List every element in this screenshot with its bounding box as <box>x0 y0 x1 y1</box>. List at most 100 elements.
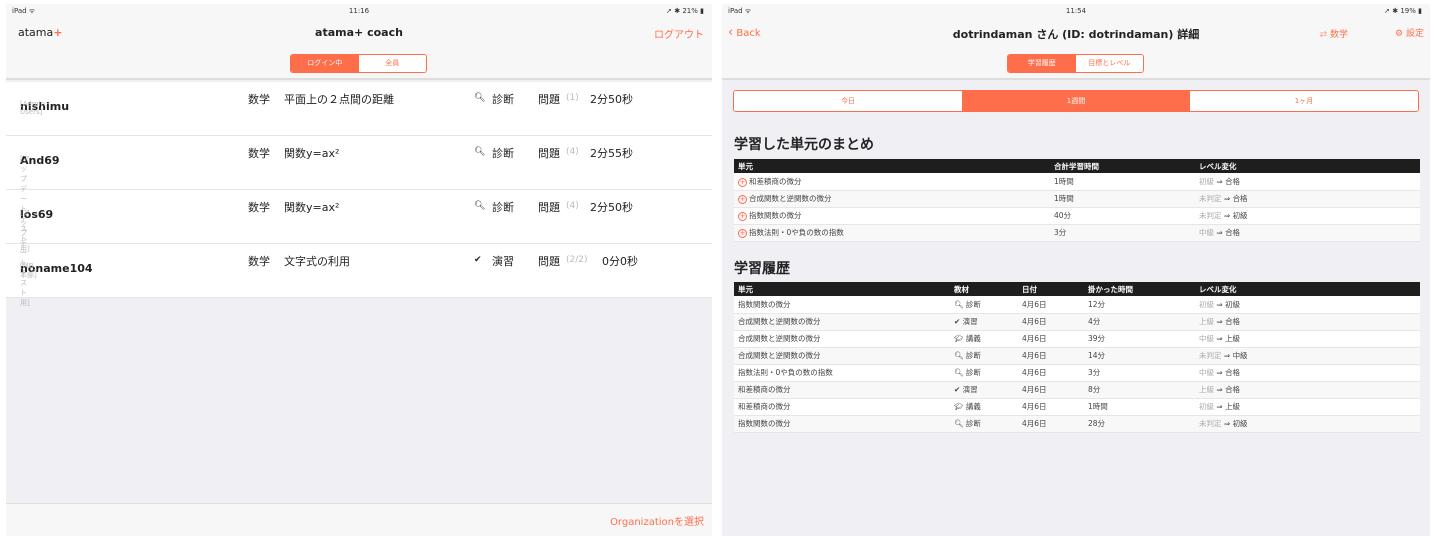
time-spent: 1時間 <box>1084 398 1195 416</box>
col-material: 教材 <box>950 282 1018 296</box>
date: 4月6日 <box>1018 296 1084 314</box>
student-row[interactable]: And69 [アップデートテスト用] 数学 関数y=ax² 🔍︎ 診断 問題 (4) 2分55… <box>6 136 712 253</box>
level-to: 合格 <box>1225 176 1241 186</box>
period-week[interactable]: 1週間 <box>962 91 1190 111</box>
date: 4月6日 <box>1018 415 1084 433</box>
level-from: 中級 <box>1199 228 1214 237</box>
check-icon: ✔ <box>474 255 482 265</box>
level-to: 合格 <box>1225 317 1241 326</box>
question-label: 問題 <box>538 201 560 214</box>
date: 4月6日 <box>1018 347 1084 365</box>
settings-button[interactable]: ⚙ 設定 <box>1395 26 1424 39</box>
check-icon: ✔ <box>954 385 963 394</box>
logout-button[interactable]: ログアウト <box>654 26 704 41</box>
search-icon: 🔍︎ <box>474 147 486 157</box>
student-group: [MB_本部] <box>20 262 38 279</box>
level-change: 初級 ⇒ 初級 <box>1195 296 1420 314</box>
unit: 関数y=ax² <box>284 147 340 160</box>
time-spent: 28分 <box>1084 415 1195 433</box>
time-spent: 39分 <box>1084 330 1195 348</box>
plus-circle-icon[interactable]: + <box>738 212 747 221</box>
date: 4月6日 <box>1018 364 1084 382</box>
material-cell: 🔍︎ 診断 <box>950 364 1018 382</box>
period-today[interactable]: 今日 <box>734 91 962 111</box>
plus-circle-icon[interactable]: + <box>738 177 747 187</box>
period-segment: 今日 1週間 1ヶ月 <box>733 90 1419 112</box>
unit: 合成関数と逆関数の微分 <box>734 347 950 365</box>
mode: 演習 <box>492 255 514 268</box>
question-label: 問題 <box>538 147 560 160</box>
question-label: 問題 <box>538 255 560 268</box>
summary-table: 単元 合計学習時間 レベル変化 + 和差積商の微分 1時間 初級 ⇒ 合格 + 合成関数と… <box>734 159 1420 242</box>
clock: 11:16 <box>348 7 370 15</box>
time-spent: 4分 <box>1084 313 1195 331</box>
login-filter-segment: ログイン中 全員 <box>290 54 427 73</box>
level-from: 初級 <box>1199 176 1214 186</box>
coach-list-screen: iPad ᯤ 11:16 ➚ ✱ 21% ▮ atama+ atama+ coa… <box>6 4 712 536</box>
history-row: 指数法則・0や負の数の指数 🔍︎ 診断 4月6日 3分 中級 ⇒ 合格 <box>734 364 1420 382</box>
tab-all[interactable]: 全員 <box>358 55 426 72</box>
elapsed-time: 2分55秒 <box>590 147 633 160</box>
level-change: 中級 ⇒ 合格 <box>1195 364 1420 382</box>
period-month[interactable]: 1ヶ月 <box>1190 91 1418 111</box>
subject-switch-button[interactable]: ⇄ 数学 <box>1320 27 1348 40</box>
material-cell: 🔍︎ 診断 <box>950 296 1018 314</box>
elapsed-time: 2分50秒 <box>590 201 633 214</box>
subject: 数学 <box>248 255 270 268</box>
detail-tabs: 学習履歴 目標とレベル <box>1007 54 1144 73</box>
unit: 合成関数と逆関数の微分 <box>749 194 832 203</box>
mode: 診断 <box>492 201 514 214</box>
date: 4月6日 <box>1018 398 1084 416</box>
time-spent: 12分 <box>1084 296 1195 314</box>
student-row[interactable]: los69 [アップデートテスト用] 数学 関数y=ax² 🔍︎ 診断 問題 (4) 2分50… <box>6 190 712 307</box>
student-row[interactable]: noname104 [MB_本部] 数学 文字式の利用 ✔ 演習 問題 (2/2) 0分0秒 <box>6 244 712 298</box>
level-to: 初級 <box>1232 211 1248 220</box>
tab-logged-in[interactable]: ログイン中 <box>291 55 359 72</box>
question-label: 問題 <box>538 93 560 106</box>
elapsed-time: 0分0秒 <box>602 255 638 268</box>
plus-circle-icon[interactable]: + <box>738 229 747 238</box>
summary-row[interactable]: + 指数法則・0や負の数の指数 3分 中級 ⇒ 合格 <box>734 224 1420 242</box>
col-date: 日付 <box>1018 282 1084 296</box>
subject: 数学 <box>248 147 270 160</box>
summary-row[interactable]: + 合成関数と逆関数の微分 1時間 未判定 ⇒ 合格 <box>734 190 1420 208</box>
check-icon: ✔ <box>954 317 963 326</box>
elapsed-time: 2分50秒 <box>590 93 633 106</box>
tab-goals-levels[interactable]: 目標とレベル <box>1075 55 1143 72</box>
plus-circle-icon[interactable]: + <box>738 195 747 204</box>
level-change: 上級 ⇒ 合格 <box>1195 381 1420 399</box>
summary-row[interactable]: + 指数関数の微分 40分 未判定 ⇒ 初級 <box>734 207 1420 225</box>
time-spent: 3分 <box>1084 364 1195 382</box>
clock: 11:54 <box>1065 7 1087 15</box>
material: 演習 <box>962 317 978 326</box>
material: 演習 <box>962 385 978 394</box>
level-from: 中級 <box>1199 368 1214 377</box>
history-row: 指数関数の微分 🔍︎ 診断 4月6日 12分 初級 ⇒ 初級 <box>734 296 1420 314</box>
search-icon: 🔍︎ <box>474 201 486 211</box>
level-change: 上級 ⇒ 合格 <box>1195 313 1420 331</box>
tab-learning-history[interactable]: 学習履歴 <box>1008 55 1076 72</box>
history-row: 合成関数と逆関数の微分 ✔ 演習 4月6日 4分 上級 ⇒ 合格 <box>734 313 1420 331</box>
history-heading: 学習履歴 <box>734 261 790 277</box>
level-from: 未判定 <box>1199 351 1222 360</box>
select-organization-button[interactable]: Organizationを選択 <box>610 513 704 528</box>
total-time: 3分 <box>1050 224 1195 242</box>
search-icon: 🔍︎ <box>954 299 966 309</box>
level-to: 合格 <box>1225 368 1241 377</box>
col-unit: 単元 <box>734 159 1050 173</box>
unit-cell: + 合成関数と逆関数の微分 <box>734 190 1050 208</box>
summary-row[interactable]: + 和差積商の微分 1時間 初級 ⇒ 合格 <box>734 173 1420 191</box>
history-row: 合成関数と逆関数の微分 🔍︎ 診断 4月6日 14分 未判定 ⇒ 中級 <box>734 347 1420 365</box>
student-row[interactable]: nishimu [Admin Users] 数学 平面上の２点間の距離 🔍︎ 診断 問題(… <box>6 82 712 136</box>
date: 4月6日 <box>1018 313 1084 331</box>
date: 4月6日 <box>1018 330 1084 348</box>
history-row: 和差積商の微分 🎓︎ 講義 4月6日 1時間 初級 ⇒ 上級 <box>734 398 1420 416</box>
level-change: 未判定 ⇒ 初級 <box>1195 415 1420 433</box>
search-icon: 🔍︎ <box>474 93 486 103</box>
material: 講義 <box>965 402 981 411</box>
subject: 数学 <box>248 93 270 106</box>
material: 診断 <box>965 419 981 428</box>
total-time: 40分 <box>1050 207 1195 225</box>
level-to: 合格 <box>1232 194 1248 203</box>
question-count: (1) <box>566 93 579 103</box>
